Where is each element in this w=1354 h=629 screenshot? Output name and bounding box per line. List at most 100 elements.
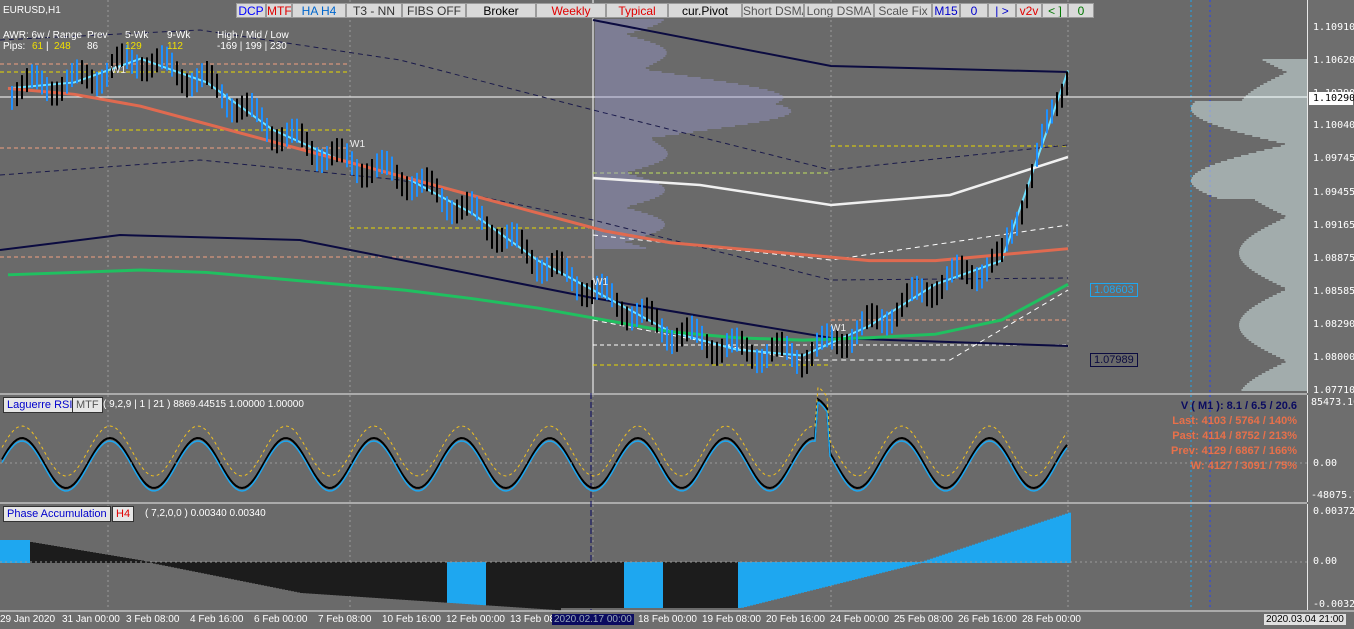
phase-bar xyxy=(354,562,357,597)
toolbar-weekly-button[interactable]: Weekly xyxy=(536,3,606,18)
phase-bar xyxy=(660,562,663,608)
phase-bar xyxy=(666,562,669,608)
toolbar-dcp-button[interactable]: DCP xyxy=(236,3,266,18)
phase-bar xyxy=(966,546,969,563)
price-axis-tick: 1.09165 xyxy=(1313,220,1354,231)
phase-bar xyxy=(840,562,843,583)
phase-bar xyxy=(681,562,684,608)
phase-bar xyxy=(462,562,465,604)
price-tag-lower[interactable]: 1.07989 xyxy=(1090,353,1138,367)
phase-bar xyxy=(810,562,813,591)
phase-bar xyxy=(768,562,771,601)
toolbar-cur-pivot-button[interactable]: cur.Pivot xyxy=(668,3,742,18)
week-label: W1 xyxy=(831,323,846,334)
toolbar-broker-button[interactable]: Broker xyxy=(466,3,536,18)
phase-bar xyxy=(843,562,846,583)
phase-bar xyxy=(36,543,39,563)
phase-bar xyxy=(942,554,945,563)
phase-bar xyxy=(699,562,702,608)
phase-bar xyxy=(807,562,810,592)
price-tag-upper[interactable]: 1.08603 xyxy=(1090,283,1138,297)
phase-bar xyxy=(408,562,411,601)
phase-bar xyxy=(480,562,483,605)
toolbar-typical-button[interactable]: Typical xyxy=(606,3,668,18)
phase-bar xyxy=(735,562,738,608)
phase-bar xyxy=(783,562,786,598)
phase-bar xyxy=(606,562,609,608)
phase-bar xyxy=(201,562,204,574)
phase-bar xyxy=(366,562,369,598)
toolbar-ha-h4-button[interactable]: HA H4 xyxy=(292,3,346,18)
phase-bar xyxy=(951,551,954,563)
phase-bar xyxy=(522,562,525,608)
laguerre-name[interactable]: Laguerre RSI xyxy=(3,397,77,413)
phase-bar xyxy=(1029,525,1032,563)
toolbar-scale-fix-button[interactable]: Scale Fix xyxy=(874,3,932,18)
toolbar-long-dsma-button[interactable]: Long DSMA xyxy=(804,3,874,18)
toolbar-zero2-button[interactable]: 0 xyxy=(1068,3,1094,18)
phase-bar xyxy=(1068,512,1071,563)
volume-stat: V ( M1 ): 8.1 / 6.5 / 20.6 xyxy=(1180,400,1297,412)
time-axis-tick: 26 Feb 16:00 xyxy=(958,614,1017,625)
phase-bar xyxy=(102,554,105,563)
phase-bar xyxy=(444,562,447,603)
phase-bar xyxy=(654,562,657,608)
phase-bar xyxy=(888,562,891,571)
phase-bar xyxy=(861,562,864,578)
phase-bar xyxy=(858,562,861,579)
prev-stat: Prev: 4129 / 6867 / 166% xyxy=(1171,445,1297,457)
phase-bar xyxy=(225,562,228,578)
toolbar-fibs-off-button[interactable]: FIBS OFF xyxy=(402,3,466,18)
phase-bar xyxy=(912,562,915,565)
toolbar-v2v-button[interactable]: v2v xyxy=(1016,3,1042,18)
phase-bar xyxy=(246,562,249,583)
phase-bar xyxy=(465,562,468,604)
phase-bar xyxy=(636,562,639,608)
phase-bar xyxy=(795,562,798,595)
envelope-dashed xyxy=(0,29,1069,171)
phase-bar xyxy=(894,562,897,570)
phase-bar xyxy=(753,562,756,605)
phase-bar xyxy=(1053,517,1056,563)
phase-bar xyxy=(591,562,594,608)
phase-bar xyxy=(720,562,723,608)
laguerre-tf[interactable]: MTF xyxy=(72,397,103,413)
phase-bar xyxy=(42,544,45,563)
phase-bar xyxy=(375,562,378,598)
toolbar-fwd-button[interactable]: | > xyxy=(988,3,1016,18)
phase-bar xyxy=(540,562,543,609)
phase-bar xyxy=(459,562,462,604)
phase-bar xyxy=(972,544,975,563)
toolbar-t3-nn-button[interactable]: T3 - NN xyxy=(346,3,402,18)
series-line xyxy=(7,86,1069,263)
phase-bar xyxy=(792,562,795,595)
toolbar-back-button[interactable]: < ] xyxy=(1042,3,1068,18)
phase-bar xyxy=(696,562,699,608)
toolbar-short-dsma-button[interactable]: Short DSMA xyxy=(742,3,804,18)
phase-bar xyxy=(78,550,81,563)
phase-bar xyxy=(84,551,87,563)
price-axis-tick: 1.08290 xyxy=(1313,319,1354,330)
toolbar-zero-button[interactable]: 0 xyxy=(960,3,988,18)
phase-bar xyxy=(276,562,279,589)
time-axis-tick: 31 Jan 00:00 xyxy=(62,614,120,625)
phase-bar xyxy=(789,562,792,596)
phase-bar xyxy=(729,562,732,608)
phase-bar xyxy=(801,562,804,593)
phase-bar xyxy=(339,562,342,596)
phase-bar xyxy=(969,545,972,563)
phase-bar xyxy=(330,562,333,595)
phase-bar xyxy=(186,562,189,571)
time-axis-tick: 24 Feb 00:00 xyxy=(830,614,889,625)
phase-bar xyxy=(357,562,360,597)
phase-bar xyxy=(633,562,636,608)
phase-bar xyxy=(534,562,537,609)
toolbar-m15-button[interactable]: M15 xyxy=(932,3,960,18)
phase-bar xyxy=(468,562,471,605)
phase-tf[interactable]: H4 xyxy=(112,506,135,522)
phase-bar xyxy=(822,562,825,588)
toolbar-mtf-button[interactable]: MTF xyxy=(266,3,292,18)
phase-bar xyxy=(903,562,906,568)
phase-name[interactable]: Phase Accumulation xyxy=(3,506,111,522)
phase-bar xyxy=(420,562,423,601)
